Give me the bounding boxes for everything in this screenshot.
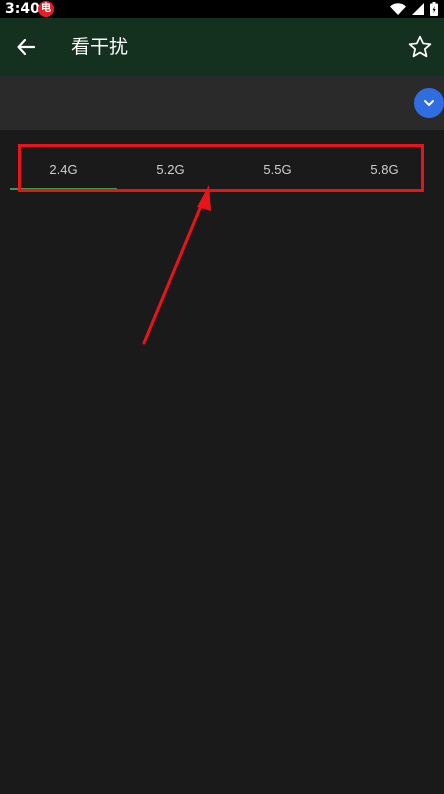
wifi-icon [390,3,406,15]
back-button[interactable] [10,31,42,63]
favorite-button[interactable] [404,31,436,63]
star-outline-icon [408,35,432,58]
arrow-left-icon [17,38,36,56]
notification-badge-icon: 电 [38,1,54,17]
page-title: 看干扰 [71,36,129,58]
signal-icon [412,3,424,15]
app-bar: 看干扰 [0,18,444,76]
status-icons [390,0,438,18]
status-bar: 3:40 电 [0,0,444,18]
annotation-highlight-box [18,144,424,192]
battery-icon [430,2,438,16]
network-selector-strip[interactable] [0,76,444,130]
chevron-down-icon [424,100,434,106]
interference-content-area [0,192,444,794]
status-time: 3:40 [5,1,40,17]
dropdown-button[interactable] [414,88,444,118]
